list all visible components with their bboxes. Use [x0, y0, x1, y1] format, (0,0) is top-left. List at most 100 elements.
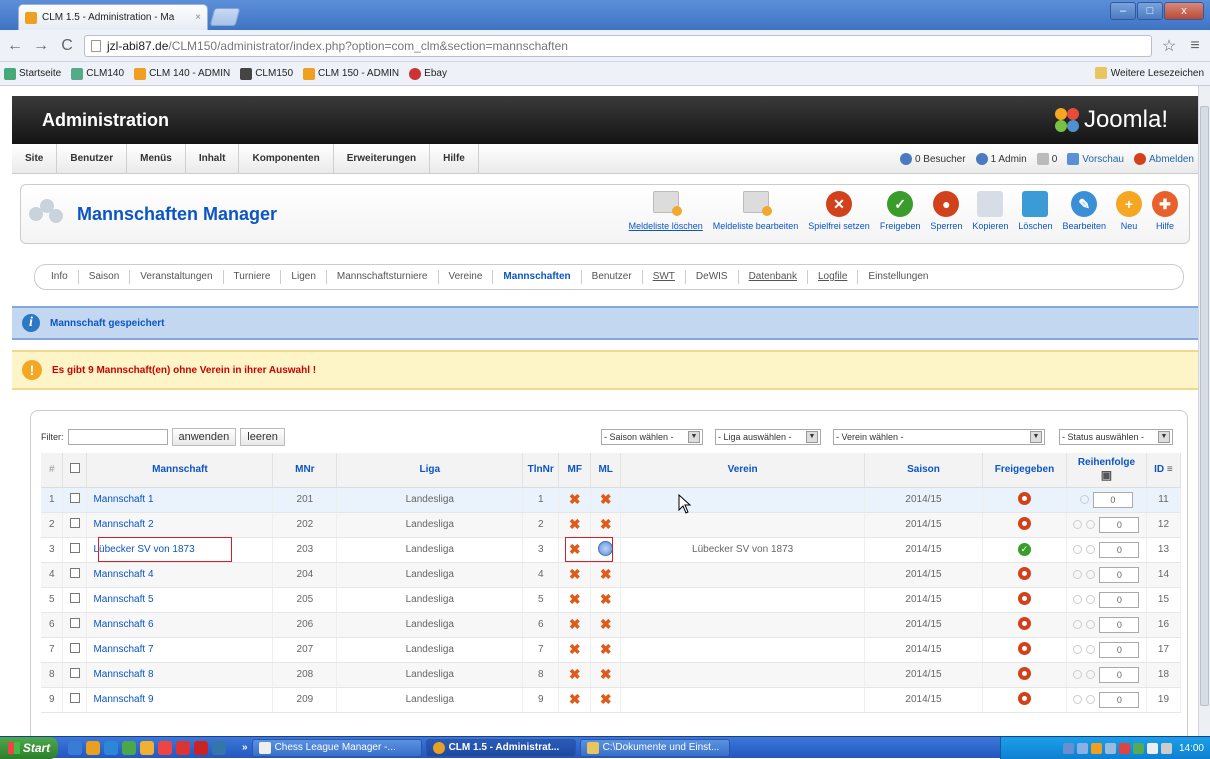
clear-filter-button[interactable]: leeren — [240, 428, 285, 446]
unpublished-icon[interactable] — [1017, 616, 1031, 630]
order-input[interactable]: 0 — [1099, 566, 1140, 583]
delete-entry-list-button[interactable]: Meldeliste löschen — [624, 191, 708, 231]
edit-entry-list-button[interactable]: Meldeliste bearbeiten — [708, 191, 804, 231]
team-name-link[interactable]: Mannschaft 8 — [86, 662, 274, 688]
ml-missing-icon[interactable]: ✖ — [600, 491, 612, 507]
order-down-icon[interactable] — [1086, 645, 1096, 654]
ml-missing-icon[interactable]: ✖ — [600, 641, 612, 657]
order-input[interactable]: 0 — [1099, 641, 1140, 658]
mf-missing-icon[interactable]: ✖ — [569, 691, 581, 707]
tray-icon[interactable] — [1132, 742, 1144, 754]
quicklaunch-icon[interactable] — [176, 740, 190, 755]
tray-icon[interactable] — [1076, 742, 1088, 754]
menu-site[interactable]: Site — [12, 143, 58, 174]
team-name-link[interactable]: Mannschaft 4 — [86, 562, 274, 588]
league-select[interactable]: - Liga auswählen - ▼ — [715, 429, 821, 445]
quicklaunch-icon[interactable] — [68, 740, 82, 755]
order-up-icon[interactable] — [1073, 520, 1083, 529]
edit-button[interactable]: ✎ Bearbeiten — [1057, 191, 1111, 231]
quicklaunch-icon[interactable] — [194, 740, 208, 755]
row-checkbox[interactable] — [62, 562, 88, 588]
submenu-datenbank[interactable]: Datenbank — [739, 270, 808, 284]
club-select[interactable]: - Verein wählen - ▼ — [833, 429, 1045, 445]
quicklaunch-icon[interactable] — [86, 740, 100, 755]
mf-missing-icon[interactable]: ✖ — [569, 666, 581, 682]
submenu-dewis[interactable]: DeWIS — [686, 270, 739, 284]
ml-missing-icon[interactable]: ✖ — [600, 616, 612, 632]
maximize-icon[interactable]: □ — [1137, 2, 1163, 20]
tray-icon[interactable] — [1090, 742, 1102, 754]
col-mannschaft[interactable]: Mannschaft — [86, 453, 274, 488]
row-checkbox[interactable] — [62, 587, 88, 613]
submenu-mannschaften[interactable]: Mannschaften — [493, 270, 582, 284]
messages-count[interactable]: 0 — [1036, 153, 1057, 165]
task-chess-league-manager[interactable]: Chess League Manager -... — [251, 738, 422, 757]
order-down-icon[interactable] — [1079, 495, 1089, 504]
menu-menues[interactable]: Menüs — [127, 143, 186, 174]
task-clm-admin[interactable]: CLM 1.5 - Administrat... — [425, 738, 576, 757]
quicklaunch-icon[interactable] — [212, 740, 226, 755]
tray-icon[interactable] — [1146, 742, 1158, 754]
order-down-icon[interactable] — [1086, 545, 1096, 554]
ml-missing-icon[interactable]: ✖ — [600, 566, 612, 582]
unpublish-button[interactable]: ● Sperren — [925, 191, 967, 231]
order-down-icon[interactable] — [1086, 620, 1096, 629]
publish-button[interactable]: ✓ Freigeben — [875, 191, 926, 231]
select-all-checkbox[interactable] — [62, 453, 88, 488]
bookmark-clm150[interactable]: CLM150 — [240, 67, 293, 80]
other-bookmarks[interactable]: Weitere Lesezeichen — [1094, 67, 1204, 79]
more-icon[interactable]: » — [242, 742, 248, 753]
mf-missing-icon[interactable]: ✖ — [569, 616, 581, 632]
bookmark-clm150-admin[interactable]: CLM 150 - ADMIN — [303, 67, 399, 80]
unpublished-icon[interactable] — [1017, 566, 1031, 580]
url-input[interactable]: jzl-abi87.de/CLM150/administrator/index.… — [84, 34, 1152, 57]
bookmark-clm140-admin[interactable]: CLM 140 - ADMIN — [134, 67, 230, 80]
menu-icon[interactable]: ≡ — [1186, 37, 1204, 55]
order-input[interactable]: 0 — [1099, 516, 1140, 533]
task-explorer[interactable]: C:\Dokumente und Einst... — [579, 738, 730, 757]
page-scrollbar[interactable] — [1198, 86, 1210, 736]
col-mf[interactable]: MF — [558, 453, 592, 488]
order-down-icon[interactable] — [1086, 595, 1096, 604]
order-down-icon[interactable] — [1086, 520, 1096, 529]
minimize-icon[interactable]: – — [1110, 2, 1136, 20]
menu-inhalt[interactable]: Inhalt — [186, 143, 240, 174]
unpublished-icon[interactable] — [1017, 641, 1031, 655]
close-window-icon[interactable]: x — [1164, 2, 1204, 20]
back-icon[interactable]: ← — [6, 37, 24, 55]
submenu-swt[interactable]: SWT — [643, 270, 686, 284]
ml-missing-icon[interactable]: ✖ — [600, 691, 612, 707]
submenu-ligen[interactable]: Ligen — [281, 270, 327, 284]
unpublished-icon[interactable] — [1017, 691, 1031, 705]
submenu-logfile[interactable]: Logfile — [808, 270, 859, 284]
mf-missing-icon[interactable]: ✖ — [569, 491, 581, 507]
submenu-benutzer[interactable]: Benutzer — [582, 270, 643, 284]
row-checkbox[interactable] — [62, 537, 88, 563]
quicklaunch-icon[interactable] — [140, 740, 154, 755]
copy-button[interactable]: Kopieren — [967, 191, 1013, 231]
order-up-icon[interactable] — [1073, 570, 1083, 579]
bookmark-ebay[interactable]: Ebay — [409, 67, 447, 80]
help-button[interactable]: ✚ Hilfe — [1147, 191, 1183, 231]
order-up-icon[interactable] — [1073, 545, 1083, 554]
row-checkbox[interactable] — [62, 637, 88, 663]
tray-icon[interactable] — [1104, 742, 1116, 754]
row-checkbox[interactable] — [62, 662, 88, 688]
season-select[interactable]: - Saison wählen - ▼ — [601, 429, 703, 445]
mf-missing-icon[interactable]: ✖ — [569, 566, 581, 582]
col-verein[interactable]: Verein — [620, 453, 866, 488]
mf-missing-icon[interactable]: ✖ — [569, 641, 581, 657]
team-name-link[interactable]: Mannschaft 6 — [86, 612, 274, 638]
delete-button[interactable]: Löschen — [1013, 191, 1057, 231]
unpublished-icon[interactable] — [1017, 491, 1031, 505]
team-name-link[interactable]: Mannschaft 7 — [86, 637, 274, 663]
row-checkbox[interactable] — [62, 687, 88, 713]
ml-missing-icon[interactable]: ✖ — [600, 591, 612, 607]
mf-missing-icon[interactable]: ✖ — [569, 516, 581, 532]
row-checkbox[interactable] — [62, 612, 88, 638]
new-button[interactable]: + Neu — [1111, 191, 1147, 231]
mf-missing-icon[interactable]: ✖ — [569, 591, 581, 607]
order-input[interactable]: 0 — [1099, 691, 1140, 708]
order-down-icon[interactable] — [1086, 695, 1096, 704]
quicklaunch-icon[interactable] — [104, 740, 118, 755]
